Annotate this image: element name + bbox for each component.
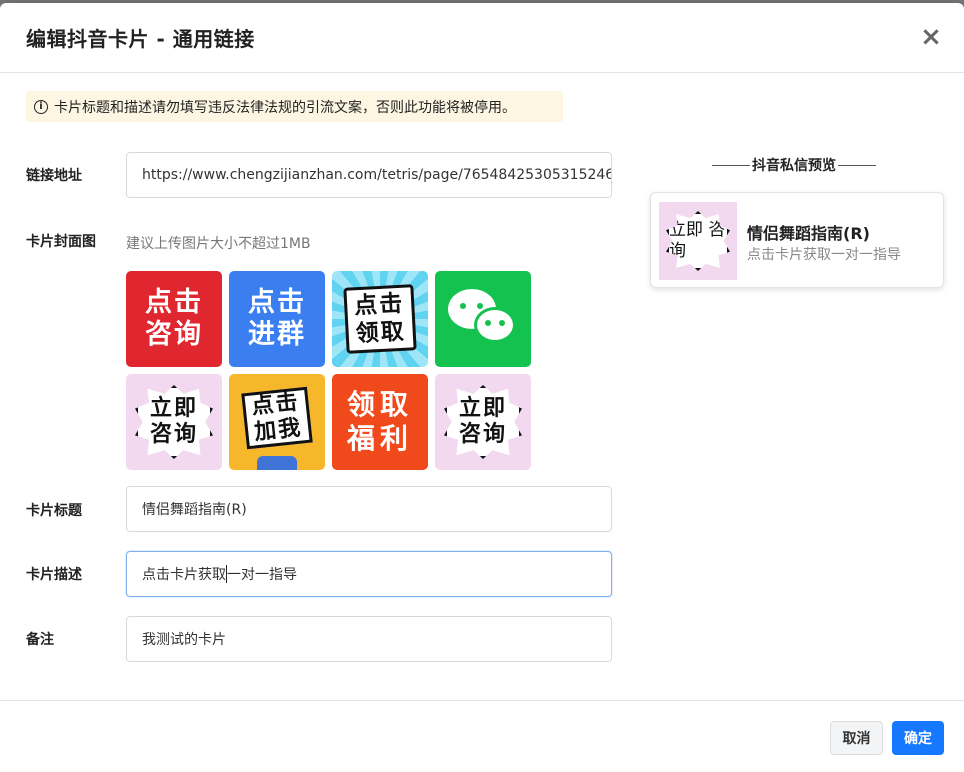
cover-grid: 点击 咨询 点击 进群 点击 领取 立即 咨询 点击 加我 领取 福利 立即 咨… [126,271,534,470]
burst-frame: 立即 咨询 [444,385,522,459]
note-input-value: 我测试的卡片 [142,632,226,648]
cover-option-7[interactable]: 领取 福利 [332,374,428,470]
preview-card-desc: 点击卡片获取一对一指导 [747,247,901,263]
close-icon[interactable]: × [918,24,944,51]
preview-card: 立即 咨询 情侣舞蹈指南(R) 点击卡片获取一对一指导 [650,192,944,288]
preview-thumbnail: 立即 咨询 [659,202,737,280]
preview-heading-text: 抖音私信预览 [752,158,836,174]
cover-option-1[interactable]: 点击 咨询 [126,271,222,367]
dialog-title: 编辑抖音卡片 - 通用链接 [26,27,255,51]
cover-hint: 建议上传图片大小不超过1MB [126,236,311,252]
link-input-value: https://www.chengzijianzhan.com/tetris/p… [142,167,612,183]
warning-notice: i 卡片标题和描述请勿填写违反法律法规的引流文案，否则此功能将被停用。 [26,91,563,122]
edit-card-dialog: 编辑抖音卡片 - 通用链接 × i 卡片标题和描述请勿填写违反法律法规的引流文案… [0,3,964,772]
person-illustration [257,456,297,470]
desc-label: 卡片描述 [26,567,82,583]
cover-option-8[interactable]: 立即 咨询 [435,374,531,470]
link-input[interactable]: https://www.chengzijianzhan.com/tetris/p… [126,152,612,198]
preview-card-title: 情侣舞蹈指南(R) [747,224,870,243]
cover-option-text: 点击 进群 [248,287,306,350]
cover-option-text: 立即 咨询 [149,396,198,447]
title-label: 卡片标题 [26,503,82,519]
desc-input-value-before-caret: 点击卡片获取 [142,567,226,583]
cover-option-text: 点击 咨询 [145,287,203,350]
cover-option-text: 领取 福利 [346,388,413,455]
cover-option-2[interactable]: 点击 进群 [229,271,325,367]
sign-frame: 点击 加我 [241,386,313,450]
wechat-icon [448,289,518,349]
note-input[interactable]: 我测试的卡片 [126,616,612,662]
cover-option-3[interactable]: 点击 领取 [332,271,428,367]
dialog-header: 编辑抖音卡片 - 通用链接 × [0,3,964,73]
cancel-button[interactable]: 取消 [830,721,883,755]
note-label: 备注 [26,632,54,648]
burst-frame: 立即 咨询 [135,385,213,459]
cover-option-text: 点击 加我 [250,389,304,446]
burst-frame: 立即 咨询 [666,211,730,271]
cover-option-4[interactable] [435,271,531,367]
preview-heading: 抖音私信预览 [710,155,878,175]
confirm-button[interactable]: 确定 [892,721,944,755]
desc-input[interactable]: 点击卡片获取 一对一指导 [126,551,612,597]
title-input[interactable]: 情侣舞蹈指南(R) [126,486,612,532]
cover-option-5[interactable]: 立即 咨询 [126,374,222,470]
desc-input-value-after-caret: 一对一指导 [227,567,297,583]
title-input-value: 情侣舞蹈指南(R) [142,502,247,518]
dialog-footer: 取消 确定 [0,700,964,772]
preview-thumb-text: 立即 咨询 [669,220,726,261]
cover-option-6[interactable]: 点击 加我 [229,374,325,470]
cover-option-text: 立即 咨询 [458,396,507,447]
cover-option-text: 点击 领取 [353,290,407,348]
info-icon: i [34,99,48,114]
cover-label: 卡片封面图 [26,234,96,250]
link-label: 链接地址 [26,168,82,184]
cover-card-frame: 点击 领取 [343,284,417,354]
notice-text: 卡片标题和描述请勿填写违反法律法规的引流文案，否则此功能将被停用。 [54,99,516,116]
